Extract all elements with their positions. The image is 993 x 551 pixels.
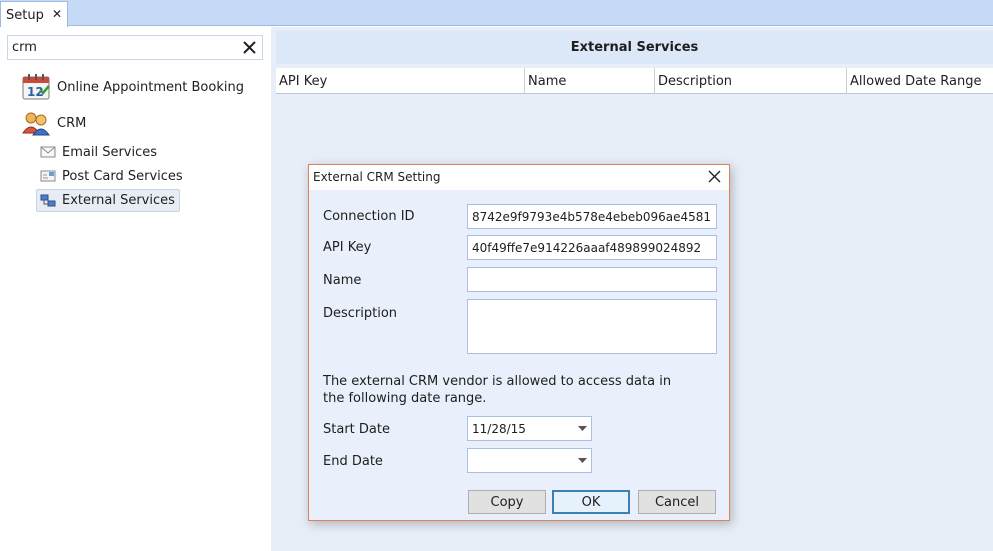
description-label: Description bbox=[323, 306, 398, 321]
connection-id-label: Connection ID bbox=[323, 209, 415, 224]
network-icon bbox=[40, 194, 56, 206]
external-crm-setting-dialog: External CRM Setting Connection ID 8742e… bbox=[308, 164, 730, 521]
connection-id-field[interactable]: 8742e9f9793e4b578e4ebeb096ae4581 bbox=[467, 204, 717, 229]
tree-item-label: External Services bbox=[62, 193, 175, 208]
postcard-icon bbox=[40, 170, 56, 182]
users-icon bbox=[22, 112, 50, 136]
clear-search-icon[interactable] bbox=[242, 40, 257, 55]
ok-button[interactable]: OK bbox=[552, 490, 630, 514]
tree-item-external-services[interactable]: External Services bbox=[36, 189, 180, 212]
end-date-dropdown-button[interactable] bbox=[573, 449, 591, 472]
page-title: External Services bbox=[276, 31, 993, 64]
start-date-label: Start Date bbox=[323, 422, 390, 437]
calendar-icon: 12 bbox=[22, 74, 50, 100]
tree-item-label: Online Appointment Booking bbox=[57, 79, 244, 95]
search-input[interactable] bbox=[8, 36, 236, 59]
copy-button[interactable]: Copy bbox=[468, 490, 546, 514]
cancel-button[interactable]: Cancel bbox=[638, 490, 716, 514]
column-header-api-key[interactable]: API Key bbox=[276, 68, 525, 94]
tab-close-icon[interactable]: ✕ bbox=[52, 7, 62, 21]
column-header-allowed-date-range[interactable]: Allowed Date Range bbox=[847, 68, 993, 94]
tree-item-label: CRM bbox=[57, 115, 87, 131]
chevron-down-icon bbox=[577, 458, 587, 463]
tree-item-email-services[interactable]: Email Services bbox=[38, 143, 157, 161]
tree-item-crm[interactable]: CRM bbox=[21, 109, 86, 137]
name-label: Name bbox=[323, 273, 362, 288]
end-date-label: End Date bbox=[323, 454, 383, 469]
tab-setup-label: Setup bbox=[6, 7, 44, 23]
dialog-title: External CRM Setting bbox=[313, 170, 441, 184]
tab-setup[interactable]: Setup ✕ bbox=[0, 1, 68, 28]
document-tab-strip: Setup ✕ bbox=[0, 0, 993, 28]
connection-id-value: 8742e9f9793e4b578e4ebeb096ae4581 bbox=[472, 209, 712, 224]
start-date-picker[interactable]: 11/28/15 bbox=[467, 416, 592, 441]
close-icon[interactable] bbox=[708, 170, 721, 183]
tree-item-online-appointment-booking[interactable]: 12 Online Appointment Booking bbox=[21, 73, 244, 101]
api-key-value: 40f49ffe7e914226aaaf489899024892 bbox=[472, 240, 702, 255]
start-date-value: 11/28/15 bbox=[472, 421, 526, 436]
column-header-name[interactable]: Name bbox=[525, 68, 655, 94]
tree-item-label: Post Card Services bbox=[62, 168, 183, 184]
external-services-grid-header: API Key Name Description Allowed Date Ra… bbox=[276, 68, 993, 94]
envelope-icon bbox=[40, 146, 56, 158]
search-box bbox=[7, 35, 263, 60]
name-field[interactable] bbox=[467, 267, 717, 292]
navigation-pane: 12 Online Appointment Booking CRM Email … bbox=[0, 27, 271, 551]
api-key-field[interactable]: 40f49ffe7e914226aaaf489899024892 bbox=[467, 235, 717, 260]
tree-item-post-card-services[interactable]: Post Card Services bbox=[38, 167, 183, 185]
chevron-down-icon bbox=[577, 426, 587, 431]
dialog-titlebar[interactable]: External CRM Setting bbox=[309, 165, 729, 190]
column-header-description[interactable]: Description bbox=[655, 68, 847, 94]
tree-item-label: Email Services bbox=[62, 144, 158, 160]
date-range-note: The external CRM vendor is allowed to ac… bbox=[323, 374, 672, 406]
description-field[interactable] bbox=[467, 299, 717, 354]
start-date-dropdown-button[interactable] bbox=[573, 417, 591, 440]
end-date-picker[interactable] bbox=[467, 448, 592, 473]
api-key-label: API Key bbox=[323, 240, 372, 255]
